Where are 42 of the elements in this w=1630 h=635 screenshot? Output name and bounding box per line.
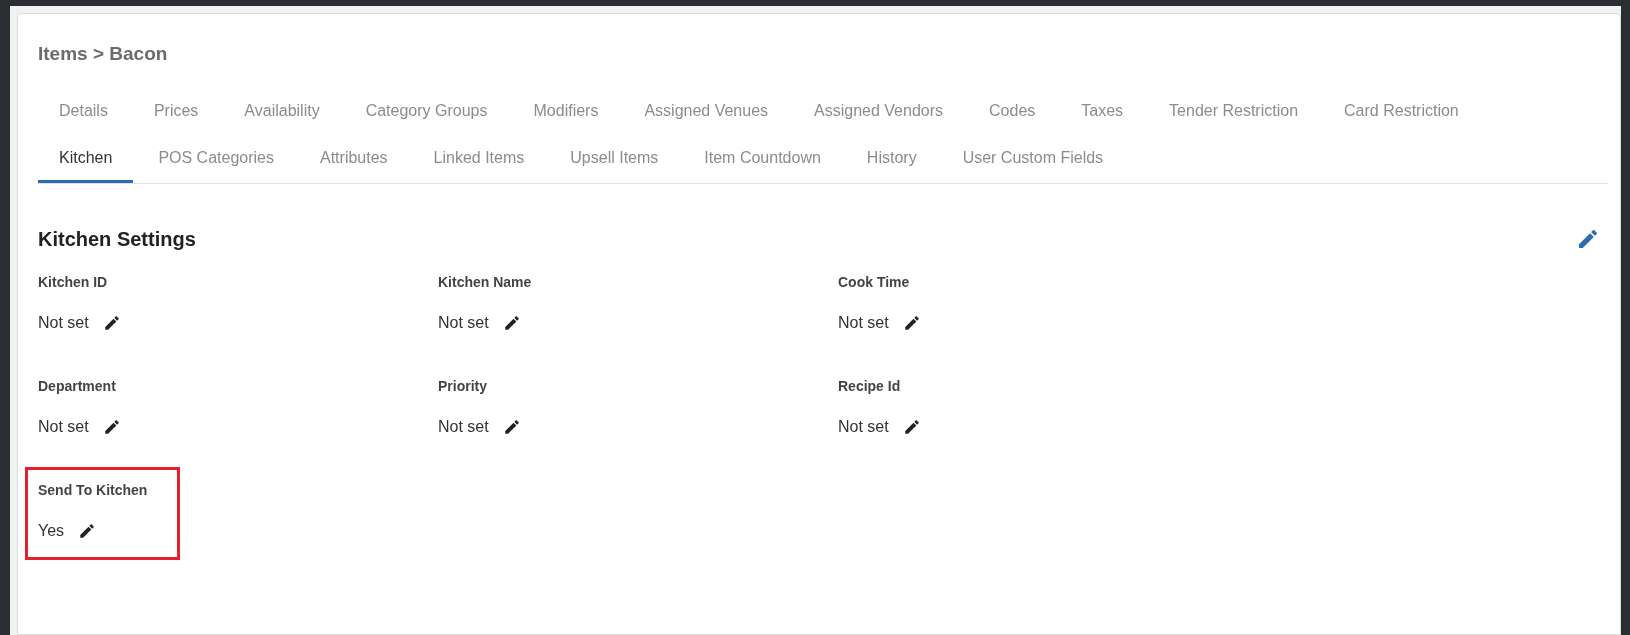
edit-icon[interactable] (102, 417, 121, 436)
field-value: Not set (438, 416, 489, 437)
field-label: Send To Kitchen (38, 480, 148, 500)
edit-icon[interactable] (902, 417, 921, 436)
tab[interactable]: Taxes (1060, 88, 1145, 136)
field-label: Priority (438, 376, 487, 396)
field-label: Department (38, 376, 116, 396)
tab[interactable]: Assigned Venues (623, 88, 790, 136)
edit-icon[interactable] (102, 313, 121, 332)
field-value: Yes (38, 520, 65, 541)
edit-icon[interactable] (78, 521, 97, 540)
tab[interactable]: Assigned Vendors (793, 88, 965, 136)
edit-icon[interactable] (502, 313, 521, 332)
tab[interactable]: Category Groups (344, 88, 509, 136)
tab[interactable]: Card Restriction (1323, 88, 1480, 136)
tab[interactable]: Details (38, 88, 129, 136)
field-value: Not set (38, 416, 89, 437)
section-title: Kitchen Settings (38, 226, 196, 252)
edit-icon[interactable] (902, 313, 921, 332)
tab[interactable]: POS Categories (137, 135, 295, 183)
field-label: Recipe Id (838, 376, 901, 396)
tab[interactable]: Attributes (299, 135, 409, 183)
tab[interactable]: Item Countdown (683, 135, 842, 183)
edit-icon[interactable] (502, 417, 521, 436)
field-value: Not set (838, 312, 889, 333)
tab[interactable]: User Custom Fields (941, 135, 1125, 183)
field-label: Kitchen ID (38, 272, 108, 292)
field-label: Kitchen Name (438, 272, 532, 292)
tab[interactable]: Modifiers (512, 88, 620, 136)
tab[interactable]: Codes (968, 88, 1057, 136)
tab[interactable]: Tender Restriction (1148, 88, 1320, 136)
tab[interactable]: Linked Items (412, 135, 546, 183)
field-label: Cook Time (838, 272, 910, 292)
field-value: Not set (438, 312, 489, 333)
field-value: Not set (38, 312, 89, 333)
tab[interactable]: History (845, 135, 938, 183)
tab[interactable]: Kitchen (38, 135, 134, 183)
field-value: Not set (838, 416, 889, 437)
breadcrumb: Items > Bacon (38, 42, 168, 66)
tab[interactable]: Availability (223, 88, 341, 136)
tab[interactable]: Upsell Items (549, 135, 680, 183)
tab[interactable]: Prices (132, 88, 220, 136)
